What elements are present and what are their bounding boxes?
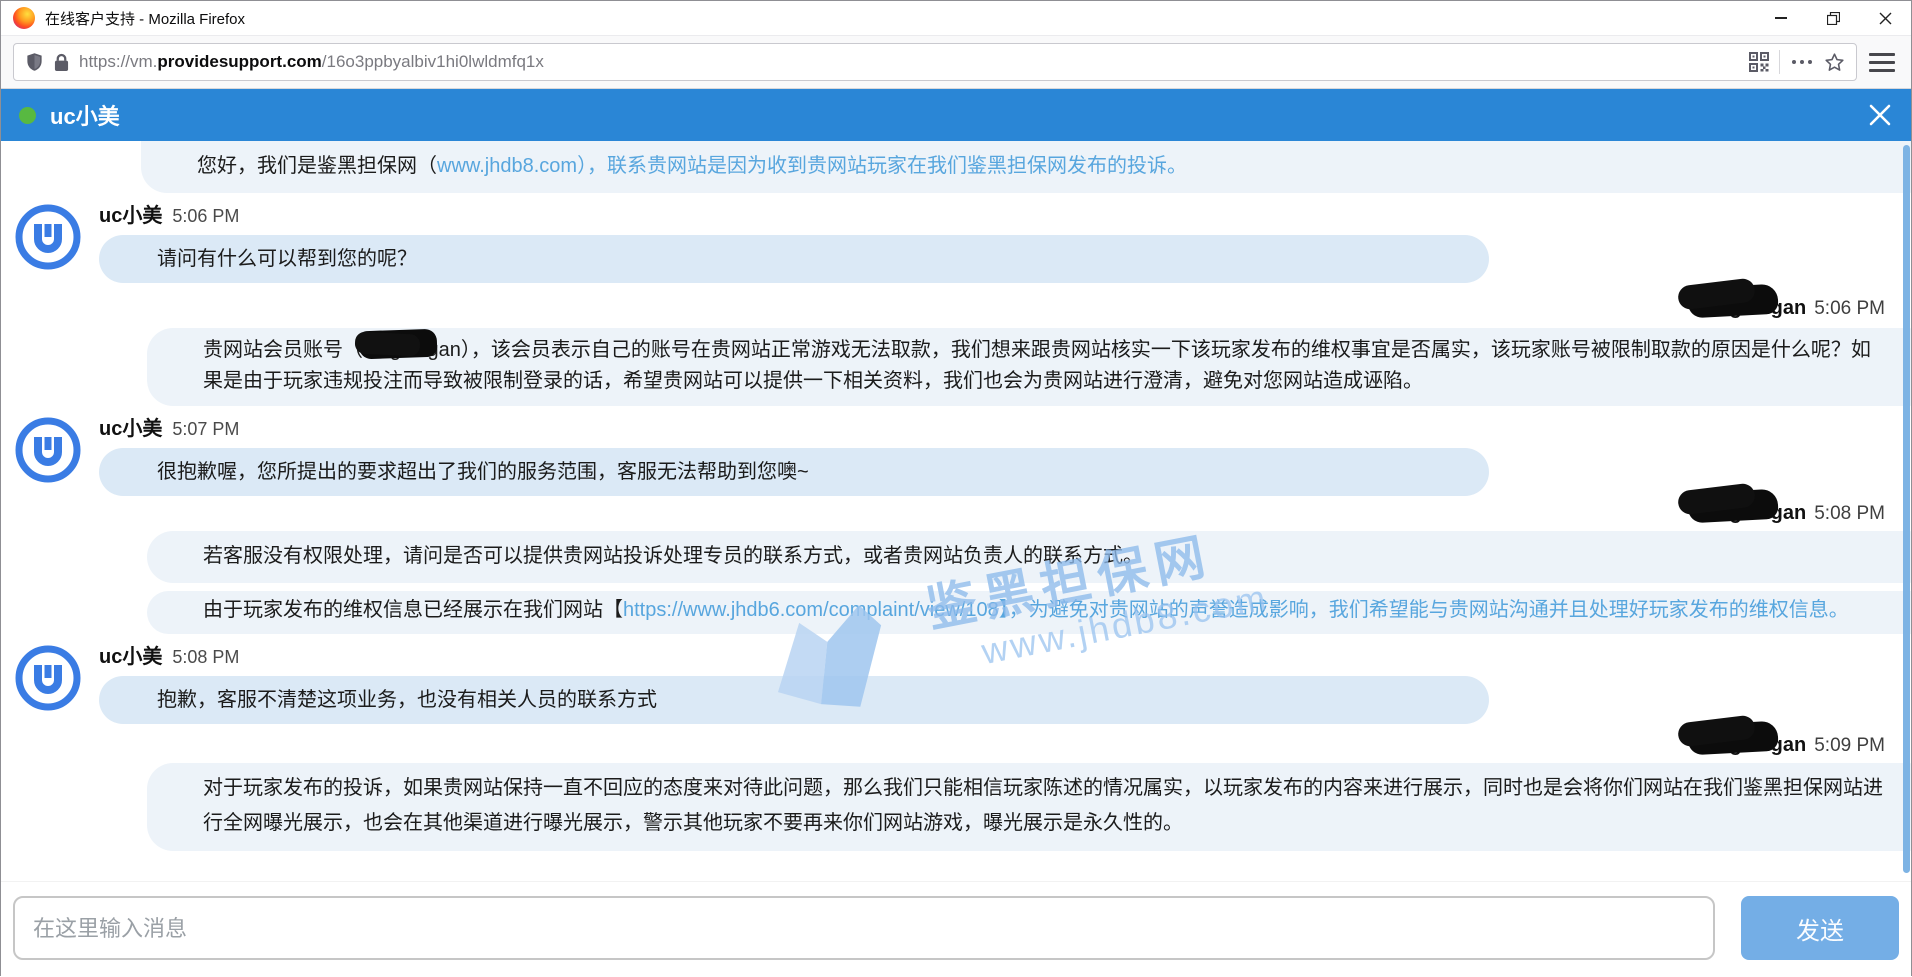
redacted-visitor-name: dinghaigan: [1700, 732, 1807, 758]
uc-logo-icon: [14, 203, 82, 271]
message-text-blue: ），联系贵网站是因为收到贵网站玩家在我们鉴黑担保网发布的投诉。: [577, 155, 1187, 177]
redacted-visitor-name: dinghaigan: [1700, 500, 1807, 526]
agent-avatar: [14, 644, 82, 712]
message-time: 5:08 PM: [1814, 503, 1885, 524]
title-bar: 在线客户支持 - Mozilla Firefox: [1, 1, 1911, 35]
agent-name: uc小美: [99, 646, 162, 668]
restore-icon: [1827, 12, 1840, 25]
agent-message-bubble: 抱歉，客服不清楚这项业务，也没有相关人员的联系方式: [99, 676, 1489, 724]
visitor-message-bubble: 您好，我们是鉴黑担保网（www.jhdb8.com），联系贵网站是因为收到贵网站…: [141, 141, 1911, 193]
message-input[interactable]: [13, 896, 1715, 960]
agent-name: uc小美: [99, 205, 162, 227]
chat-area: 鉴黑担保网 www.jhdb8.com 您好，我们是鉴黑担保网（www.jhdb…: [1, 141, 1911, 881]
window-title: 在线客户支持 - Mozilla Firefox: [45, 8, 245, 29]
agent-avatar: [14, 203, 82, 271]
minimize-button[interactable]: [1755, 1, 1807, 35]
lock-icon[interactable]: [54, 53, 69, 72]
chat-scrollbar[interactable]: [1903, 145, 1910, 873]
visitor-message-bubble: 贵网站会员账号（dinghaigan），该会员表示自己的账号在贵网站正常游戏无法…: [147, 328, 1911, 406]
visitor-message-bubble: 对于玩家发布的投诉，如果贵网站保持一直不回应的态度来对待此问题，那么我们只能相信…: [147, 763, 1911, 851]
visitor-message-meta: dinghaigan 5:06 PM: [1, 295, 1911, 322]
message-link[interactable]: www.jhdb8.com: [437, 155, 577, 177]
agent-name: uc小美: [99, 418, 162, 440]
minimize-icon: [1775, 17, 1787, 19]
url-path: /16o3ppbyalbiv1hi0lwldmfq1x: [322, 52, 544, 71]
agent-message-meta: uc小美 5:06 PM: [99, 203, 1911, 229]
visitor-message-bubble: 若客服没有权限处理，请问是否可以提供贵网站投诉处理专员的联系方式，或者贵网站负责…: [147, 531, 1911, 583]
message-time: 5:09 PM: [1814, 735, 1885, 756]
online-status-dot: [19, 107, 36, 124]
agent-message-bubble: 很抱歉喔，您所提出的要求超出了我们的服务范围，客服无法帮助到您噢~: [99, 448, 1489, 496]
close-icon: [1879, 12, 1892, 25]
chat-header: uc小美: [1, 89, 1911, 141]
visitor-message-meta: dinghaigan 5:09 PM: [1, 732, 1911, 759]
message-time: 5:06 PM: [172, 206, 239, 226]
address-bar[interactable]: https://vm.providesupport.com/16o3ppbyal…: [13, 43, 1857, 81]
message-text: 贵网站会员账号（: [203, 339, 363, 361]
agent-message-meta: uc小美 5:07 PM: [99, 416, 1911, 442]
message-text: 由于玩家发布的维权信息已经展示在我们网站【: [203, 599, 623, 621]
redacted-visitor-name: dinghaigan: [1700, 295, 1807, 321]
message-time: 5:06 PM: [1814, 298, 1885, 319]
agent-avatar: [14, 416, 82, 484]
agent-message-group: uc小美 5:08 PM 抱歉，客服不清楚这项业务，也没有相关人员的联系方式: [1, 644, 1911, 724]
browser-window: 在线客户支持 - Mozilla Firefox: [0, 0, 1912, 976]
send-button[interactable]: 发送: [1741, 896, 1899, 960]
window-controls: [1755, 1, 1911, 35]
visitor-message-meta: dinghaigan 5:08 PM: [1, 500, 1911, 527]
url-text[interactable]: https://vm.providesupport.com/16o3ppbyal…: [79, 52, 1739, 72]
message-time: 5:07 PM: [172, 419, 239, 439]
uc-logo-icon: [14, 644, 82, 712]
message-time: 5:08 PM: [172, 647, 239, 667]
restore-button[interactable]: [1807, 1, 1859, 35]
url-scheme: https://vm.: [79, 52, 157, 71]
page-actions-icon[interactable]: [1790, 60, 1814, 64]
close-chat-icon[interactable]: [1867, 102, 1893, 128]
agent-message-group: uc小美 5:06 PM 请问有什么可以帮到您的呢？: [1, 203, 1911, 283]
bookmark-star-icon[interactable]: [1824, 52, 1845, 73]
message-text: 您好，我们是鉴黑担保网（: [197, 155, 437, 177]
visitor-message-bubble: 由于玩家发布的维权信息已经展示在我们网站【https://www.jhdb6.c…: [147, 591, 1911, 634]
chat-agent-name: uc小美: [50, 99, 120, 131]
browser-toolbar: https://vm.providesupport.com/16o3ppbyal…: [1, 35, 1911, 89]
composer: 发送: [1, 881, 1911, 977]
agent-message-bubble: 请问有什么可以帮到您的呢？: [99, 235, 1489, 283]
message-text-blue: 】，为避免对贵网站的声誉造成影响，我们希望能与贵网站沟通并且处理好玩家发布的维权…: [999, 599, 1849, 621]
firefox-icon: [13, 7, 35, 29]
complaint-link[interactable]: https://www.jhdb6.com/complaint/view/108: [623, 599, 999, 621]
qr-code-icon[interactable]: [1749, 52, 1769, 72]
uc-logo-icon: [14, 416, 82, 484]
url-domain: providesupport.com: [157, 52, 321, 71]
agent-message-group: uc小美 5:07 PM 很抱歉喔，您所提出的要求超出了我们的服务范围，客服无法帮…: [1, 416, 1911, 496]
redacted-account-name: dinghaigan: [363, 335, 461, 366]
agent-message-meta: uc小美 5:08 PM: [99, 644, 1911, 670]
menu-icon[interactable]: [1869, 53, 1895, 72]
urlbar-separator: [1779, 50, 1780, 74]
tracking-protection-shield-icon[interactable]: [25, 52, 44, 72]
close-button[interactable]: [1859, 1, 1911, 35]
